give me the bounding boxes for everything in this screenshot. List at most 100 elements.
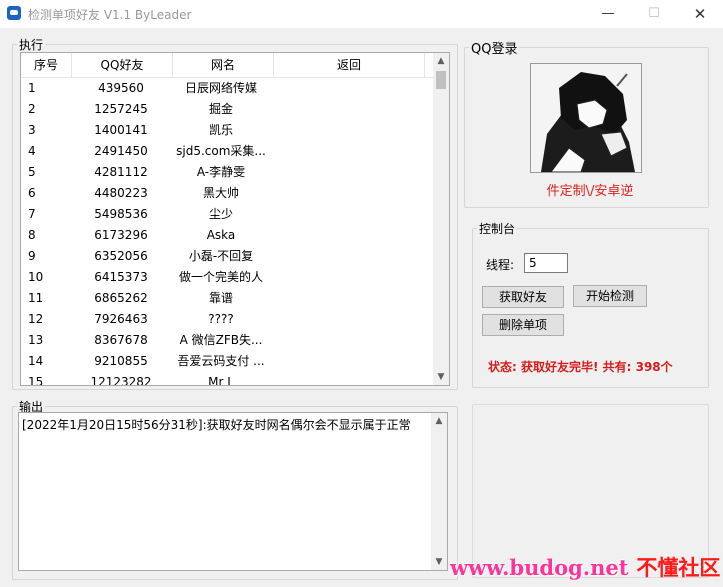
row-result — [271, 99, 421, 120]
scroll-thumb[interactable] — [436, 71, 446, 89]
row-result — [271, 204, 421, 225]
window-title: 检测单项好友 V1.1 ByLeader — [28, 8, 192, 22]
row-index: 8 — [28, 228, 36, 242]
row-nickname: 尘少 — [208, 207, 233, 221]
row-nickname: 靠谱 — [208, 291, 233, 305]
row-qq: 6415373 — [94, 270, 148, 284]
row-index: 4 — [28, 144, 36, 158]
row-qq: 1257245 — [94, 102, 148, 116]
row-qq: 4281112 — [94, 165, 148, 179]
table-row[interactable]: 1 439560 日辰网络传媒 — [21, 78, 433, 99]
scroll-up-icon[interactable]: ▲ — [433, 53, 449, 69]
custom-service-label: 件定制\/安卓逆 — [546, 184, 634, 199]
table-row[interactable]: 15 12123282 Mr L — [21, 372, 433, 386]
watermark-url: www.budog.net — [450, 555, 629, 580]
row-index: 11 — [28, 291, 44, 305]
row-nickname: 吾爱云码支付 ... — [177, 354, 265, 368]
minimize-button[interactable]: — — [585, 0, 631, 28]
row-result — [271, 288, 421, 309]
row-result — [271, 351, 421, 372]
row-nickname: A 微信ZFB失... — [179, 333, 263, 347]
title-bar: 检测单项好友 V1.1 ByLeader — ☐ ✕ — [0, 0, 723, 28]
table-row[interactable]: 8 6173296 Aska — [21, 225, 433, 246]
row-qq: 4480223 — [94, 186, 148, 200]
row-qq: 1400141 — [94, 123, 148, 137]
row-nickname: sjd5.com采集... — [176, 144, 266, 158]
delete-item-button[interactable]: 删除单项 — [482, 314, 564, 336]
avatar-illustration — [531, 64, 641, 172]
log-scrollbar[interactable]: ▲ ▼ — [431, 413, 447, 570]
log-line: [2022年1月20日15时56分31秒]:获取好友时网名偶尔会不显示属于正常 — [22, 418, 411, 432]
row-qq: 9210855 — [94, 354, 148, 368]
row-index: 12 — [28, 312, 44, 326]
console-legend: 控制台 — [479, 222, 516, 236]
exec-legend: 执行 — [19, 38, 44, 52]
row-result — [271, 372, 421, 385]
list-rows: 1 439560 日辰网络传媒 2 1257245 掘金 3 1400141 凯乐 4 249145… — [21, 78, 433, 386]
start-check-button[interactable]: 开始检测 — [573, 285, 647, 307]
row-nickname: 掘金 — [208, 102, 233, 116]
row-result — [271, 225, 421, 246]
watermark-cn: 不懂社区 — [636, 555, 721, 580]
row-qq: 7926463 — [94, 312, 148, 326]
row-nickname: ???? — [208, 312, 234, 326]
app-icon — [7, 6, 21, 20]
avatar — [530, 63, 642, 173]
row-qq: 5498536 — [94, 207, 148, 221]
table-row[interactable]: 4 2491450 sjd5.com采集... — [21, 141, 433, 162]
row-result — [271, 183, 421, 204]
row-index: 7 — [28, 207, 36, 221]
table-row[interactable]: 9 6352056 小磊-不回复 — [21, 246, 433, 267]
thread-input[interactable] — [524, 253, 568, 273]
table-row[interactable]: 5 4281112 A-李静雯 — [21, 162, 433, 183]
row-result — [271, 246, 421, 267]
row-index: 15 — [28, 375, 44, 386]
close-button[interactable]: ✕ — [677, 0, 723, 28]
scroll-down-icon[interactable]: ▼ — [431, 554, 447, 570]
column-header-result[interactable]: 返回 — [274, 53, 425, 77]
row-nickname: 黑大帅 — [202, 186, 239, 200]
row-index: 3 — [28, 123, 36, 137]
table-row[interactable]: 3 1400141 凯乐 — [21, 120, 433, 141]
row-index: 2 — [28, 102, 36, 116]
login-legend: QQ登录 — [471, 42, 518, 57]
row-result — [271, 141, 421, 162]
row-index: 5 — [28, 165, 36, 179]
row-result — [271, 267, 421, 288]
scroll-up-icon[interactable]: ▲ — [431, 413, 447, 429]
row-nickname: Aska — [206, 228, 236, 242]
row-nickname: 凯乐 — [208, 123, 233, 137]
table-row[interactable]: 6 4480223 黑大帅 — [21, 183, 433, 204]
row-result — [271, 120, 421, 141]
scroll-down-icon[interactable]: ▼ — [433, 369, 449, 385]
row-index: 6 — [28, 186, 36, 200]
row-qq: 6173296 — [94, 228, 148, 242]
thread-label: 线程: — [486, 258, 515, 272]
column-header-index[interactable]: 序号 — [21, 53, 72, 77]
column-header-nickname[interactable]: 网名 — [173, 53, 274, 77]
row-result — [271, 78, 421, 99]
table-row[interactable]: 13 8367678 A 微信ZFB失... — [21, 330, 433, 351]
row-nickname: 小磊-不回复 — [188, 249, 254, 263]
row-nickname: 日辰网络传媒 — [184, 81, 257, 95]
table-row[interactable]: 12 7926463???? — [21, 309, 433, 330]
list-header: 序号 QQ好友 网名 返回 — [21, 53, 433, 78]
get-friends-button[interactable]: 获取好友 — [482, 286, 564, 308]
row-nickname: 做一个完美的人 — [178, 270, 263, 284]
column-header-qq[interactable]: QQ好友 — [72, 53, 173, 77]
row-result — [271, 162, 421, 183]
table-row[interactable]: 7 5498536 尘少 — [21, 204, 433, 225]
output-log[interactable]: [2022年1月20日15时56分31秒]:获取好友时网名偶尔会不显示属于正常 … — [18, 412, 448, 571]
table-row[interactable]: 2 1257245 掘金 — [21, 99, 433, 120]
row-index: 13 — [28, 333, 44, 347]
table-row[interactable]: 11 6865262 靠谱 — [21, 288, 433, 309]
status-text: 状态: 获取好友完毕! 共有: 398个 — [488, 360, 673, 374]
list-scrollbar[interactable]: ▲ ▼ — [433, 53, 449, 385]
maximize-button[interactable]: ☐ — [631, 0, 677, 28]
row-index: 10 — [28, 270, 44, 284]
site-watermark: www.budog.net 不懂社区 — [450, 552, 720, 582]
friends-list[interactable]: 序号 QQ好友 网名 返回 1 439560 日辰网络传媒 2 1257245 掘金 3 14… — [20, 52, 450, 386]
table-row[interactable]: 10 6415373 做一个完美的人 — [21, 267, 433, 288]
row-index: 14 — [28, 354, 44, 368]
table-row[interactable]: 14 9210855 吾爱云码支付 ... — [21, 351, 433, 372]
